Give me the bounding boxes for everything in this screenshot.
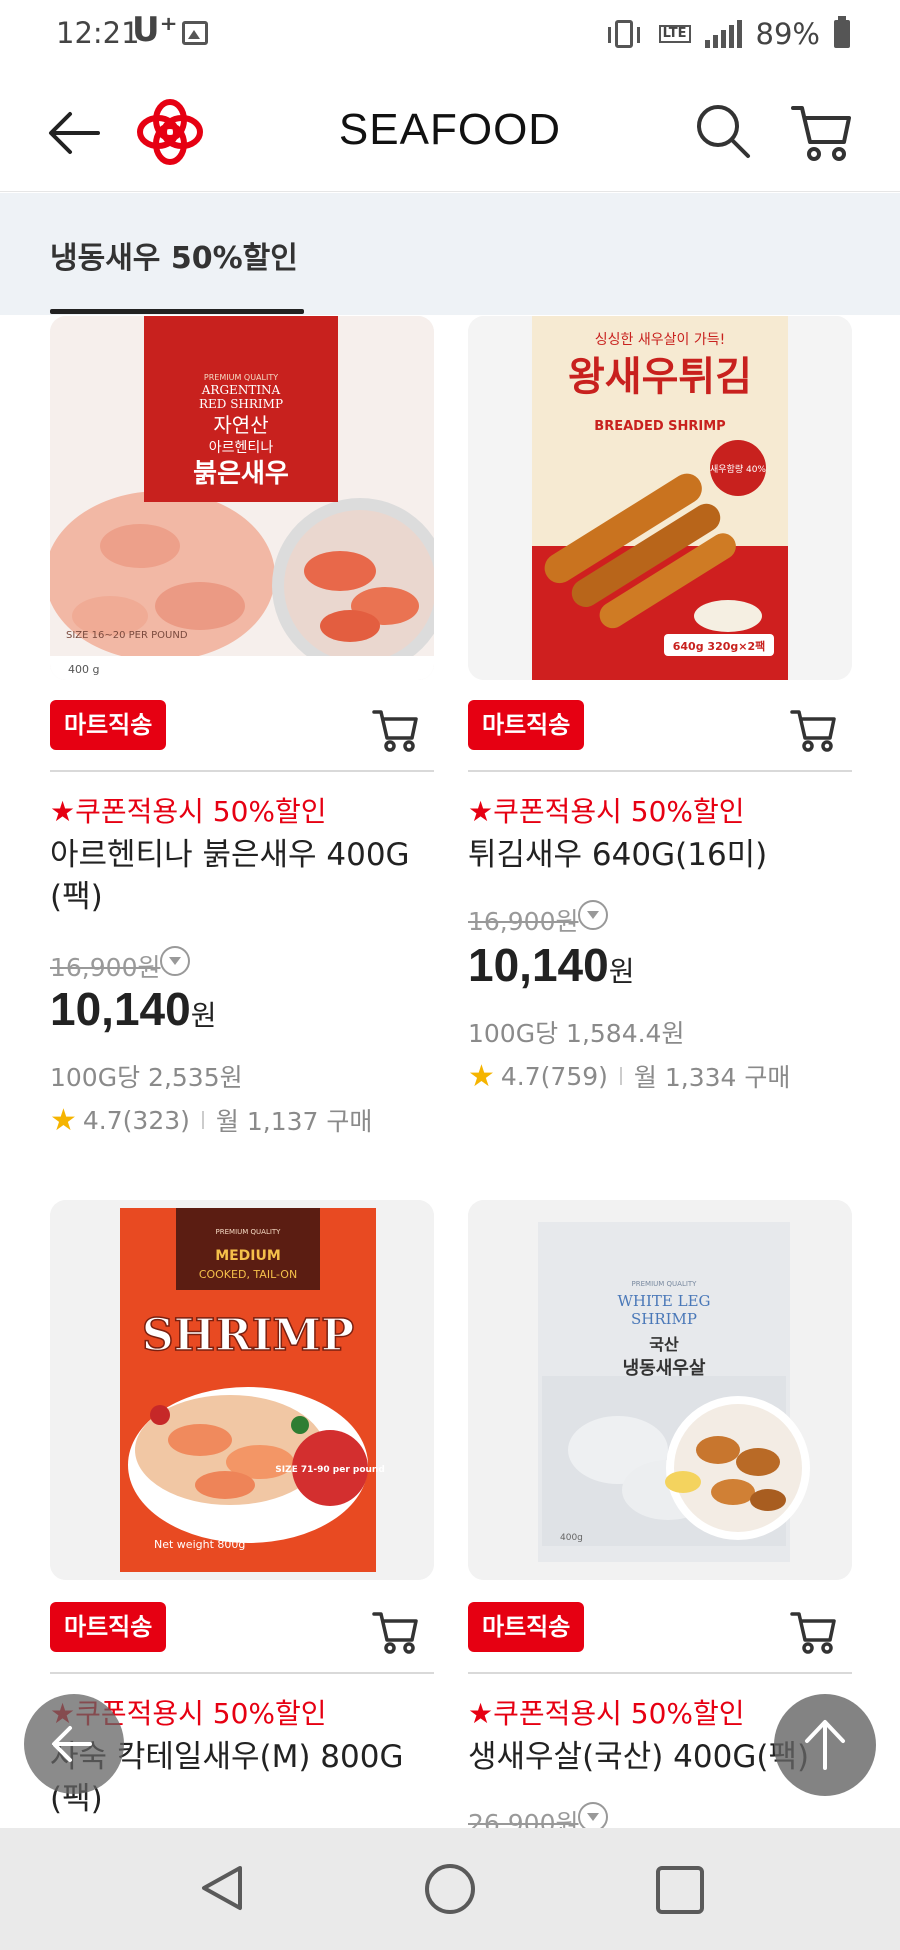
image-text: MEDIUM bbox=[215, 1248, 281, 1264]
product-card[interactable]: 싱싱한 새우살이 가득! 왕새우튀김 BREADED SHRIMP 새우함량 4… bbox=[468, 316, 852, 1116]
direct-delivery-badge: 마트직송 bbox=[50, 700, 167, 750]
image-text: 640g 320g×2팩 bbox=[673, 639, 766, 653]
product-image[interactable]: 싱싱한 새우살이 가득! 왕새우튀김 BREADED SHRIMP 새우함량 4… bbox=[468, 316, 852, 680]
image-text: COOKED, TAIL-ON bbox=[199, 1268, 297, 1281]
coupon-discount-text: ★쿠폰적용시 50%할인 bbox=[468, 1697, 745, 1730]
carrier-label: U⁺ bbox=[132, 10, 178, 50]
nav-back-icon[interactable] bbox=[196, 1862, 246, 1914]
add-to-cart-icon[interactable] bbox=[790, 708, 836, 752]
active-tab-indicator bbox=[50, 309, 304, 314]
direct-delivery-badge: 마트직송 bbox=[468, 700, 585, 750]
image-text: 아르헨티나 bbox=[209, 440, 274, 456]
image-text: Net weight 800g bbox=[154, 1538, 245, 1551]
product-name[interactable]: 튀김새우 640G(16미) bbox=[468, 834, 852, 876]
signal-icon bbox=[704, 20, 742, 48]
image-text: 국산 bbox=[649, 1335, 679, 1354]
app-header: SEAFOOD bbox=[0, 70, 900, 192]
product-image[interactable]: PREMIUM QUALITY WHITE LEG SHRIMP 국산 냉동새우… bbox=[468, 1200, 852, 1580]
product-card[interactable]: PREMIUM QUALITY ARGENTINA RED SHRIMP 자연산… bbox=[50, 316, 434, 1156]
price-info-icon[interactable] bbox=[578, 900, 608, 930]
add-to-cart-icon[interactable] bbox=[372, 1610, 418, 1654]
monthly-purchases: 월 1,334 구매 bbox=[633, 1063, 791, 1092]
star-icon: ★ bbox=[50, 1102, 77, 1138]
unit-price: 100G당 1,584.4원 bbox=[468, 1019, 685, 1048]
back-arrow-icon bbox=[52, 1726, 92, 1762]
unit-price: 100G당 2,535원 bbox=[50, 1063, 243, 1092]
direct-delivery-badge: 마트직송 bbox=[50, 1602, 167, 1652]
price-info-icon[interactable] bbox=[578, 1802, 608, 1828]
divider bbox=[468, 770, 852, 772]
nav-home-icon[interactable] bbox=[425, 1864, 475, 1914]
rating-separator bbox=[619, 1067, 622, 1085]
monthly-purchases: 월 1,137 구매 bbox=[215, 1107, 373, 1136]
image-text: SIZE 16~20 PER POUND bbox=[66, 630, 188, 641]
image-text: 싱싱한 새우살이 가득! bbox=[595, 332, 725, 348]
cart-icon[interactable] bbox=[790, 102, 852, 162]
scroll-to-top-button[interactable] bbox=[774, 1694, 876, 1796]
image-text: 자연산 bbox=[213, 413, 268, 437]
status-time: 12:21 bbox=[56, 16, 140, 50]
image-text: 400g bbox=[560, 1533, 583, 1543]
add-to-cart-icon[interactable] bbox=[790, 1610, 836, 1654]
tab-frozen-shrimp[interactable]: 냉동새우 50%할인 bbox=[50, 233, 298, 277]
battery-icon bbox=[834, 16, 850, 48]
original-price: 16,900원 bbox=[468, 907, 579, 936]
system-nav-bar bbox=[0, 1828, 900, 1950]
rating-value: 4.7(323) bbox=[82, 1105, 190, 1135]
page-title: SEAFOOD bbox=[338, 105, 562, 154]
image-icon bbox=[182, 21, 208, 45]
star-icon: ★ bbox=[468, 1058, 495, 1094]
product-image[interactable]: PREMIUM QUALITY ARGENTINA RED SHRIMP 자연산… bbox=[50, 316, 434, 680]
coupon-discount-text: ★쿠폰적용시 50%할인 bbox=[50, 795, 327, 828]
lte-icon: LTE bbox=[658, 25, 691, 43]
add-to-cart-icon[interactable] bbox=[372, 708, 418, 752]
image-text: PREMIUM QUALITY bbox=[204, 373, 278, 382]
status-right: LTE 89% bbox=[607, 14, 850, 54]
image-text: SIZE 71-90 per pound bbox=[275, 1465, 385, 1475]
floating-back-button[interactable] bbox=[24, 1694, 124, 1794]
direct-delivery-badge: 마트직송 bbox=[468, 1602, 585, 1652]
sale-price-value: 10,140 bbox=[468, 939, 609, 991]
original-price: 16,900원 bbox=[50, 953, 161, 982]
image-text: 400 g bbox=[68, 663, 99, 676]
image-text: 왕새우튀김 bbox=[568, 354, 752, 400]
divider bbox=[50, 770, 434, 772]
sale-price: 10,140원 bbox=[468, 938, 634, 992]
sale-price-unit: 원 bbox=[190, 1000, 217, 1031]
product-name[interactable]: 아르헨티나 붉은새우 400G (팩) bbox=[50, 834, 434, 918]
image-text: SHRIMP bbox=[631, 1310, 697, 1328]
image-text: PREMIUM QUALITY bbox=[216, 1228, 282, 1236]
divider bbox=[50, 1672, 434, 1674]
rating-row: ★ 4.7(759) 월 1,334 구매 bbox=[468, 1058, 790, 1094]
coupon-discount-text: ★쿠폰적용시 50%할인 bbox=[468, 795, 745, 828]
image-text: WHITE LEG bbox=[617, 1292, 710, 1310]
vibrate-icon bbox=[607, 20, 640, 48]
original-price: 26,900원 bbox=[468, 1809, 579, 1828]
sale-price-unit: 원 bbox=[608, 956, 635, 987]
sale-price-value: 10,140 bbox=[50, 983, 191, 1035]
nav-recent-icon[interactable] bbox=[656, 1866, 704, 1914]
sale-price: 10,140원 bbox=[50, 982, 216, 1036]
status-bar: 12:21 U⁺ LTE 89% bbox=[0, 0, 900, 70]
battery-percent: 89% bbox=[755, 17, 820, 51]
image-text: ARGENTINA bbox=[201, 383, 281, 397]
arrow-up-icon bbox=[805, 1720, 845, 1770]
image-text: SHRIMP bbox=[142, 1310, 354, 1361]
category-tab-bar: 냉동새우 50%할인 bbox=[0, 193, 900, 315]
image-text: RED SHRIMP bbox=[199, 397, 283, 411]
price-info-icon[interactable] bbox=[160, 946, 190, 976]
rating-separator bbox=[201, 1111, 204, 1129]
image-text: BREADED SHRIMP bbox=[594, 419, 725, 434]
rating-row: ★ 4.7(323) 월 1,137 구매 bbox=[50, 1102, 372, 1138]
image-text: 새우함량 40% bbox=[710, 463, 766, 475]
image-text: 붉은새우 bbox=[193, 459, 289, 489]
search-icon[interactable] bbox=[694, 102, 752, 160]
product-image[interactable]: PREMIUM QUALITY MEDIUM COOKED, TAIL-ON S… bbox=[50, 1200, 434, 1580]
rating-value: 4.7(759) bbox=[500, 1061, 608, 1091]
image-text: PREMIUM QUALITY bbox=[632, 1280, 698, 1288]
divider bbox=[468, 1672, 852, 1674]
image-text: 냉동새우살 bbox=[623, 1358, 706, 1379]
